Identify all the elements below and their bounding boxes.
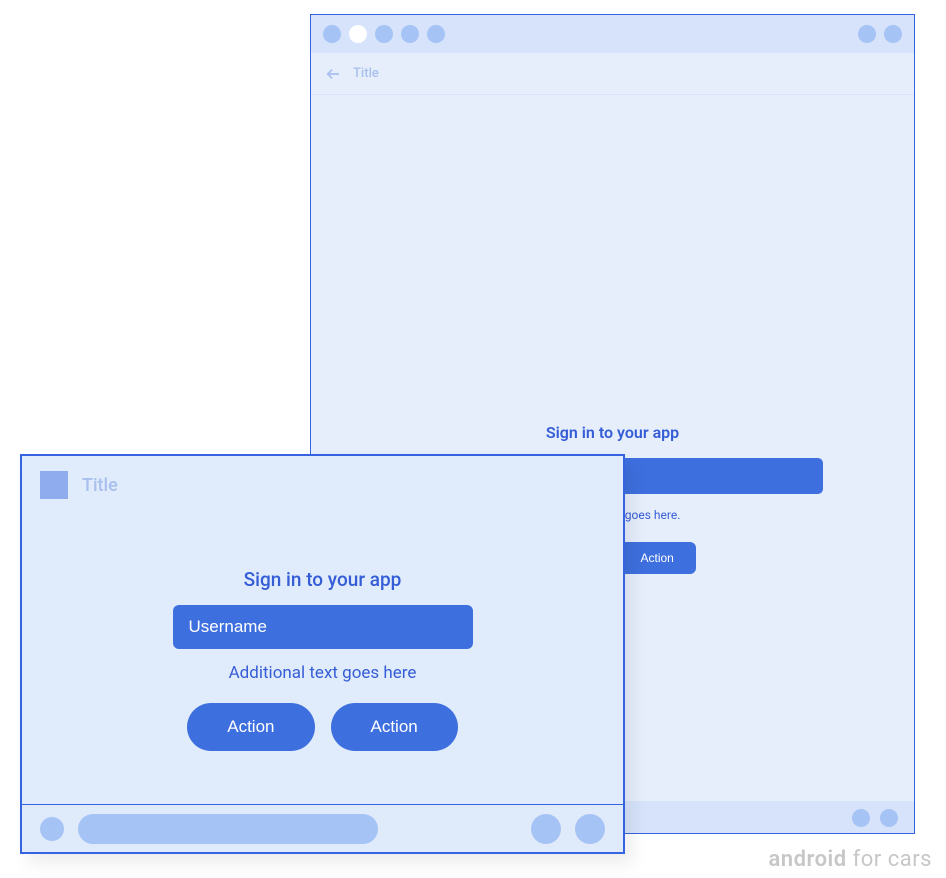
action-button[interactable]: Action	[187, 703, 314, 751]
username-input[interactable]	[173, 605, 473, 649]
status-dot-icon	[884, 25, 902, 43]
nav-dot-icon[interactable]	[880, 809, 898, 827]
status-dot-icon	[375, 25, 393, 43]
status-dot-icon	[401, 25, 419, 43]
nav-dot-icon[interactable]	[575, 814, 605, 844]
action-row: Action Action	[187, 703, 458, 751]
signin-heading: Sign in to your app	[546, 423, 679, 442]
status-dot-icon	[323, 25, 341, 43]
phone-frame: Title Sign in to your app Additional tex…	[20, 454, 625, 854]
back-arrow-icon[interactable]	[325, 66, 341, 82]
watermark: android for cars	[768, 847, 932, 872]
watermark-light: for cars	[847, 847, 932, 872]
signin-heading: Sign in to your app	[244, 568, 402, 591]
action-button[interactable]: Action	[619, 542, 696, 574]
page-title: Title	[82, 475, 118, 496]
phone-nav-bar	[22, 804, 623, 852]
status-dot-active-icon	[349, 25, 367, 43]
page-title: Title	[353, 66, 379, 81]
nav-dot-icon[interactable]	[852, 809, 870, 827]
phone-app-bar: Title	[22, 456, 623, 514]
nav-pill[interactable]	[78, 814, 378, 844]
status-dot-icon	[427, 25, 445, 43]
watermark-bold: android	[768, 847, 846, 872]
status-dot-icon	[858, 25, 876, 43]
tablet-status-bar	[311, 15, 914, 53]
tablet-app-bar: Title	[311, 53, 914, 95]
nav-dot-icon[interactable]	[40, 817, 64, 841]
app-icon[interactable]	[40, 471, 68, 499]
action-button[interactable]: Action	[331, 703, 458, 751]
phone-content: Sign in to your app Additional text goes…	[22, 514, 623, 804]
nav-dot-icon[interactable]	[531, 814, 561, 844]
additional-text: Additional text goes here	[229, 663, 417, 683]
